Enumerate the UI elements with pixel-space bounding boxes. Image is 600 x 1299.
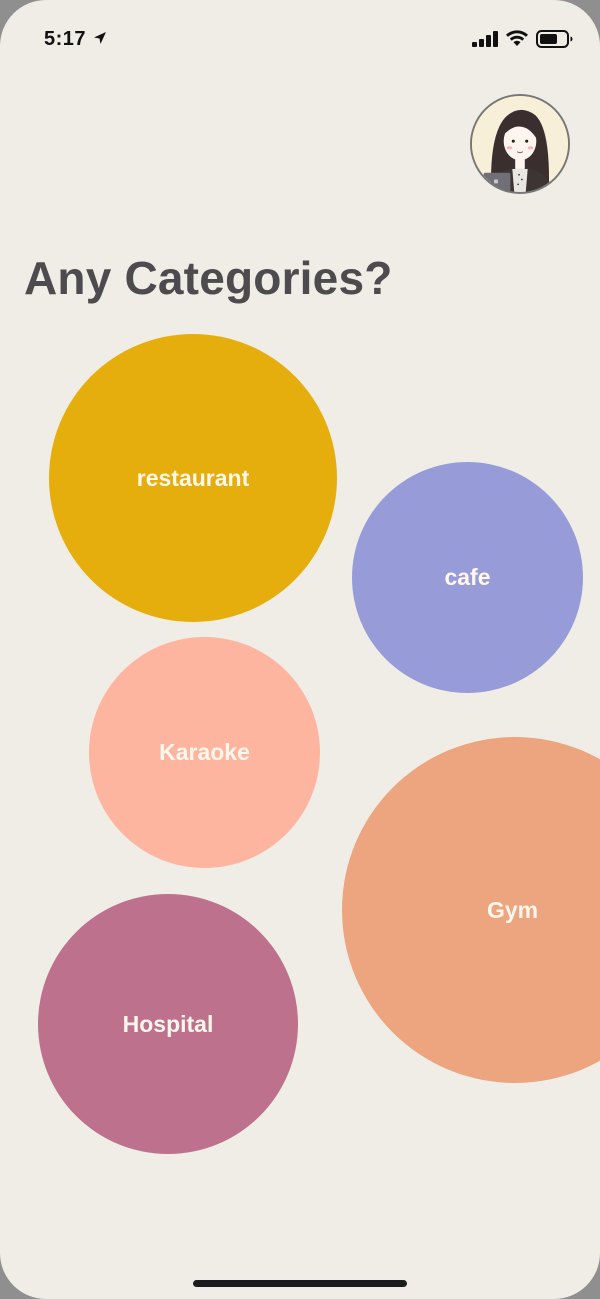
location-arrow-icon xyxy=(94,32,106,44)
status-time: 5:17 xyxy=(44,28,87,50)
category-label: Gym xyxy=(487,896,539,923)
category-label: Hospital xyxy=(122,1010,214,1037)
home-indicator[interactable] xyxy=(193,1280,407,1287)
battery-icon xyxy=(536,30,573,48)
wifi-icon xyxy=(506,30,528,46)
avatar-illustration xyxy=(472,96,568,192)
app-screen: 5:17 Any Categories? restaurant cafe Kar… xyxy=(0,0,600,1299)
status-bar: 5:17 xyxy=(0,0,600,80)
category-bubble-restaurant[interactable]: restaurant xyxy=(49,334,337,622)
category-bubble-karaoke[interactable]: Karaoke xyxy=(89,637,320,868)
category-bubble-hospital[interactable]: Hospital xyxy=(38,894,298,1154)
category-label: restaurant xyxy=(136,464,250,491)
category-label: Karaoke xyxy=(159,739,250,765)
page-title: Any Categories? xyxy=(24,251,393,304)
profile-avatar[interactable] xyxy=(470,94,570,194)
category-bubble-cafe[interactable]: cafe xyxy=(352,462,583,693)
category-bubble-gym[interactable]: Gym xyxy=(342,737,600,1083)
cellular-signal-icon xyxy=(472,31,498,47)
category-label: cafe xyxy=(444,564,491,590)
